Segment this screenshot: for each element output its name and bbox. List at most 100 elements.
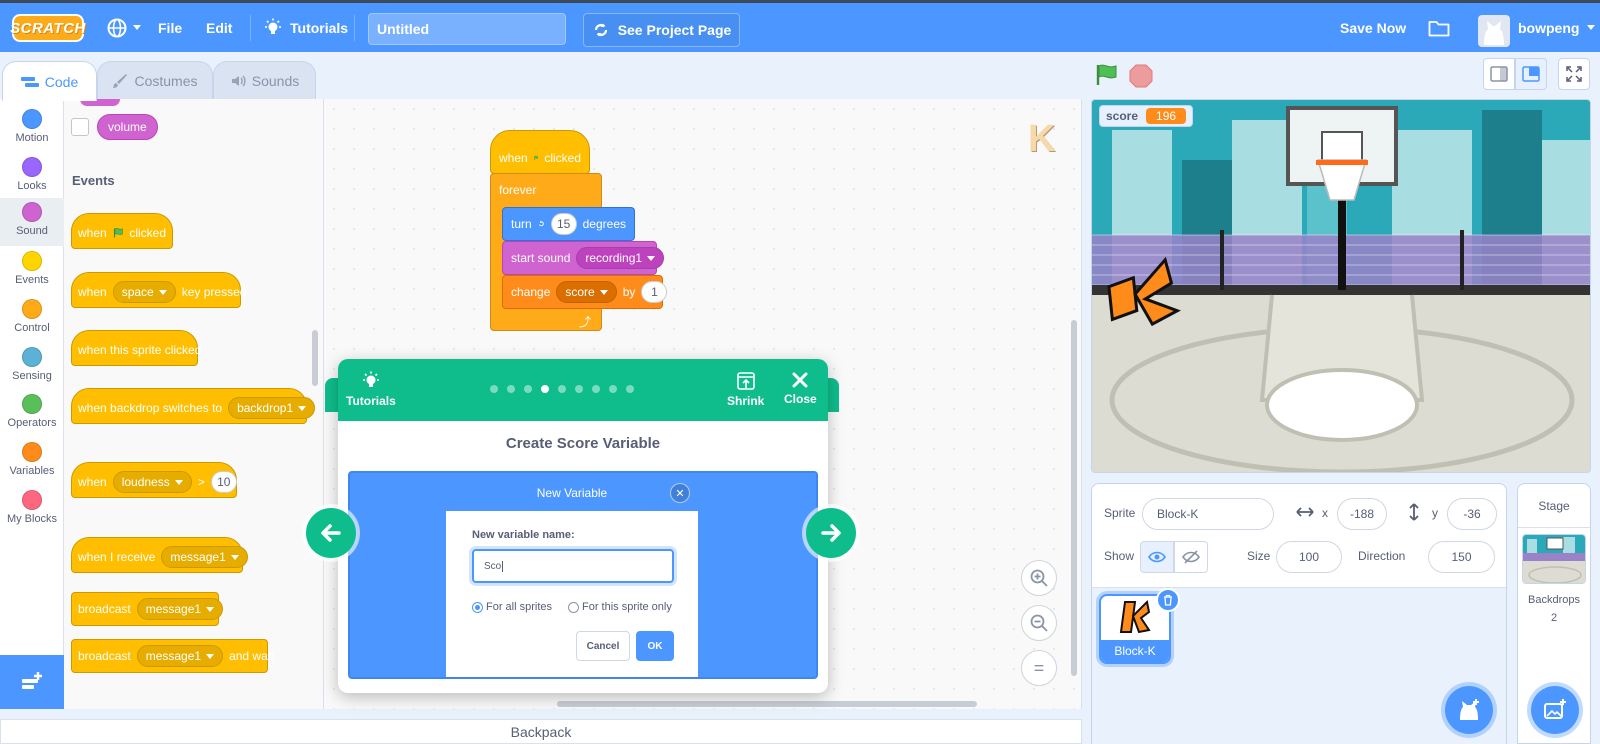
- step-dot[interactable]: [592, 385, 600, 393]
- language-menu[interactable]: [106, 3, 141, 52]
- score-variable-monitor[interactable]: score 196: [1099, 105, 1194, 127]
- script-turn-block[interactable]: turn 15 degrees: [502, 207, 635, 241]
- tab-costumes[interactable]: Costumes: [97, 61, 213, 99]
- shrink-button[interactable]: Shrink: [727, 371, 764, 408]
- message-dropdown[interactable]: message1: [161, 546, 248, 568]
- next-step-button[interactable]: [806, 508, 856, 558]
- green-flag-button[interactable]: [1095, 64, 1119, 91]
- when-sprite-clicked-block[interactable]: when this sprite clicked: [71, 330, 201, 366]
- events-color-dot: [22, 251, 42, 271]
- see-project-page-button[interactable]: See Project Page: [583, 13, 740, 47]
- step-dot[interactable]: [609, 385, 617, 393]
- step-dot[interactable]: [507, 385, 515, 393]
- file-menu[interactable]: File: [158, 3, 182, 52]
- script-horizontal-scrollbar[interactable]: [557, 701, 977, 707]
- block-text: key pressed: [181, 285, 247, 299]
- green-flag-icon: [1096, 64, 1117, 85]
- save-now-button[interactable]: Save Now: [1340, 3, 1406, 52]
- step-dot[interactable]: [626, 385, 634, 393]
- category-sensing[interactable]: Sensing: [0, 343, 64, 391]
- variable-dropdown[interactable]: score: [556, 281, 617, 303]
- rotate-right-icon: [538, 220, 544, 227]
- large-stage-button[interactable]: [1515, 58, 1547, 90]
- block-text: clicked: [129, 226, 166, 240]
- block-text: when: [78, 475, 107, 489]
- step-dot[interactable]: [524, 385, 532, 393]
- when-i-receive-block[interactable]: when I receive message1: [71, 537, 248, 573]
- hide-sprite-button[interactable]: [1174, 541, 1208, 573]
- palette-scrollbar[interactable]: [312, 330, 318, 386]
- sound-dropdown[interactable]: recording1: [576, 247, 665, 269]
- variable-name-label: New variable name:: [472, 529, 575, 541]
- edit-menu[interactable]: Edit: [206, 3, 232, 52]
- close-tutorial-button[interactable]: Close: [784, 371, 817, 406]
- step-dot[interactable]: [575, 385, 583, 393]
- when-loudness-block[interactable]: when loudness > 10: [71, 462, 237, 498]
- category-my-blocks[interactable]: My Blocks: [0, 486, 64, 534]
- tab-code[interactable]: Code: [2, 61, 97, 101]
- add-extension-button[interactable]: [0, 655, 64, 709]
- chevron-down-icon: [158, 289, 167, 295]
- change-amount-input[interactable]: 1: [641, 281, 668, 303]
- backpack-bar[interactable]: Backpack: [0, 719, 1082, 744]
- small-stage-button[interactable]: [1483, 58, 1515, 90]
- sensor-dropdown[interactable]: loudness: [112, 471, 192, 493]
- chevron-down-icon: [647, 255, 656, 261]
- sprite-name-input[interactable]: Block-K: [1142, 498, 1274, 530]
- when-backdrop-switches-block[interactable]: when backdrop switches to backdrop1: [71, 388, 316, 424]
- previous-step-button[interactable]: [306, 508, 356, 558]
- scratch-logo[interactable]: SCRATCH: [10, 14, 85, 42]
- volume-reporter[interactable]: volume: [97, 114, 158, 140]
- stage-canvas[interactable]: [1091, 99, 1591, 473]
- delete-sprite-button[interactable]: [1156, 588, 1180, 612]
- threshold-input[interactable]: 10: [210, 471, 237, 493]
- account-menu[interactable]: bowpeng: [1518, 3, 1596, 52]
- category-control[interactable]: Control: [0, 295, 64, 343]
- category-sound[interactable]: Sound: [0, 198, 64, 246]
- my-stuff-button[interactable]: [1428, 3, 1450, 52]
- category-motion[interactable]: Motion: [0, 105, 64, 153]
- step-dot[interactable]: [558, 385, 566, 393]
- category-looks[interactable]: Looks: [0, 153, 64, 201]
- step-dot[interactable]: [490, 385, 498, 393]
- message-dropdown[interactable]: message1: [136, 598, 224, 620]
- when-key-pressed-block[interactable]: when space key pressed: [71, 272, 246, 308]
- tab-sounds[interactable]: Sounds: [213, 61, 316, 99]
- message-dropdown[interactable]: message1: [136, 645, 224, 667]
- project-title-input[interactable]: Untitled: [368, 13, 566, 45]
- shrink-label: Shrink: [727, 394, 765, 408]
- size-input[interactable]: 100: [1276, 541, 1342, 573]
- tutorials-library-button[interactable]: Tutorials: [346, 371, 396, 408]
- zoom-reset-button[interactable]: =: [1021, 650, 1057, 686]
- tutorials-menu[interactable]: Tutorials: [264, 3, 348, 52]
- backdrop-dropdown[interactable]: backdrop1: [228, 397, 316, 419]
- direction-input[interactable]: 150: [1428, 541, 1495, 573]
- category-events[interactable]: Events: [0, 247, 64, 295]
- broadcast-block[interactable]: broadcast message1: [71, 592, 224, 626]
- script-vertical-scrollbar[interactable]: [1071, 320, 1077, 676]
- avatar[interactable]: [1478, 15, 1510, 47]
- username: bowpeng: [1518, 19, 1580, 36]
- code-icon: [20, 76, 39, 87]
- choose-sprite-button[interactable]: [1445, 686, 1493, 734]
- step-dot-active[interactable]: [541, 385, 549, 393]
- x-position-input[interactable]: -188: [1337, 498, 1387, 530]
- show-sprite-button[interactable]: [1140, 541, 1174, 573]
- choose-backdrop-button[interactable]: [1531, 686, 1579, 734]
- sprite-label: Sprite: [1104, 506, 1136, 520]
- degrees-input[interactable]: 15: [550, 213, 577, 235]
- volume-monitor-checkbox[interactable]: [71, 118, 89, 136]
- y-position-input[interactable]: -36: [1447, 498, 1497, 530]
- key-dropdown[interactable]: space: [112, 281, 176, 303]
- zoom-in-button[interactable]: [1021, 560, 1057, 596]
- broadcast-and-wait-block[interactable]: broadcast message1 and wait: [71, 639, 274, 673]
- fullscreen-button[interactable]: [1558, 58, 1590, 90]
- script-start-sound-block[interactable]: start sound recording1: [502, 241, 665, 275]
- stop-button[interactable]: [1129, 64, 1153, 93]
- when-flag-clicked-block[interactable]: when clicked: [71, 213, 173, 249]
- script-when-flag-clicked[interactable]: when clicked: [490, 130, 590, 174]
- script-change-variable-block[interactable]: change score by 1: [502, 275, 668, 309]
- category-variables[interactable]: Variables: [0, 438, 64, 486]
- zoom-out-button[interactable]: [1021, 605, 1057, 641]
- category-operators[interactable]: Operators: [0, 390, 64, 438]
